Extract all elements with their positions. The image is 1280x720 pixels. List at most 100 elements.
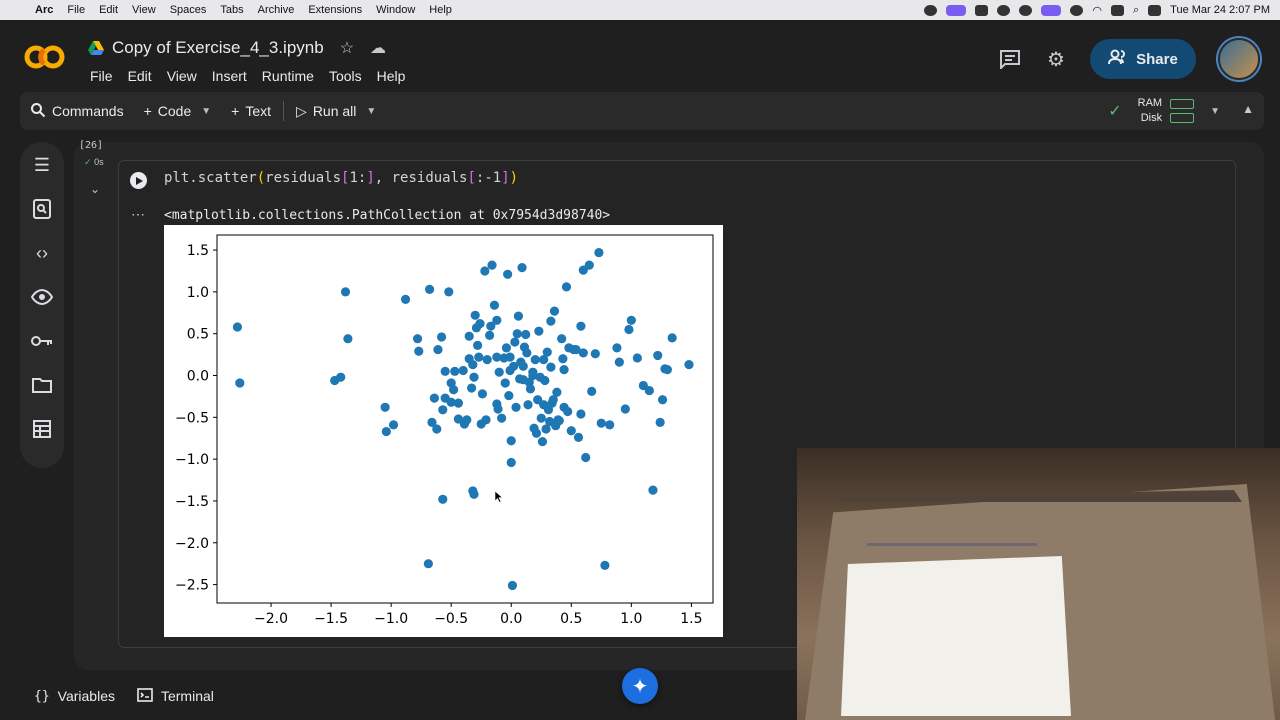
code-line[interactable]: plt.scatter(residuals[1:], residuals[:-1… [164,170,518,186]
scatter-point [336,372,346,382]
run-cell-button[interactable] [130,172,147,189]
disk-label: Disk [1140,112,1163,124]
screen-mirror-icon[interactable] [1041,4,1062,16]
terminal-label: Terminal [160,688,214,704]
menu-spaces[interactable]: Spaces [163,4,214,16]
menu-edit[interactable]: Edit [92,4,125,16]
menu-file[interactable]: File [60,4,92,16]
scatter-point [546,316,556,326]
files-folder-icon[interactable] [31,374,53,396]
x-tick-label: 1.5 [680,611,702,627]
screen-record-icon[interactable] [946,4,967,16]
share-button[interactable]: Share [1090,39,1196,79]
scatter-point [469,489,479,499]
scatter-point [494,367,504,377]
scatter-point [540,375,550,386]
play-status-icon[interactable] [1070,4,1084,16]
variable-inspector-icon[interactable] [31,286,53,308]
scatter-point [450,366,460,376]
menu-view[interactable]: View [167,68,197,84]
chevron-up-icon[interactable]: ▲ [1242,102,1254,116]
scatter-point [423,559,433,569]
menu-tools[interactable]: Tools [329,68,362,84]
variables-button[interactable]: {} Variables [34,688,115,704]
menu-window[interactable]: Window [369,4,422,16]
scatter-point [590,349,600,359]
scatter-point [566,426,576,436]
gemini-sparkle-button[interactable]: ✦ [622,668,658,704]
status-doc-icon[interactable] [975,4,989,16]
secrets-key-icon[interactable] [31,330,53,352]
scatter-point [487,260,497,270]
settings-gear-icon[interactable]: ⚙ [1044,47,1068,71]
wifi-icon[interactable]: ◠ [1092,4,1102,17]
menu-edit[interactable]: Edit [128,68,152,84]
chevron-down-icon[interactable]: ▼ [366,106,376,117]
chevron-down-icon[interactable]: ▼ [201,106,211,117]
code-token-bracket: [ [467,170,476,186]
menu-insert[interactable]: Insert [212,68,247,84]
menu-runtime[interactable]: Runtime [262,68,314,84]
scatter-point [438,405,448,415]
chevron-down-icon[interactable]: ▼ [1210,106,1220,117]
scatter-point [412,334,423,344]
menu-archive[interactable]: Archive [251,4,302,16]
y-tick-label: −1.0 [175,452,209,468]
focus-icon[interactable] [1019,4,1033,16]
resource-monitor[interactable]: ✓ RAM Disk ▼ [1108,96,1220,126]
menu-help[interactable]: Help [422,4,459,16]
scatter-point [438,494,448,504]
spotlight-search-icon[interactable]: ⌕ [1133,4,1139,17]
output-menu-icon[interactable]: ⋯ [131,206,145,223]
collapse-output-chevron-icon[interactable]: ⌄ [90,182,100,196]
battery-icon[interactable] [1110,4,1124,16]
execution-time: 0s [94,157,104,167]
scatter-point [497,413,507,423]
star-icon[interactable]: ☆ [340,38,354,58]
scatter-point [537,436,548,447]
scatter-point [474,352,484,362]
control-center-icon[interactable] [1148,4,1162,16]
scatter-point [536,413,546,423]
scatter-point [620,404,630,414]
plus-icon: + [143,103,152,119]
add-text-button[interactable]: + Text [221,96,281,126]
commands-button[interactable]: Commands [20,96,134,126]
clock[interactable]: Tue Mar 24 2:07 PM [1170,4,1270,16]
scatter-point [594,247,604,258]
comments-icon[interactable] [998,47,1022,71]
scatter-point [553,415,563,425]
scatter-point [475,319,485,329]
scatter-point [506,457,516,468]
data-table-icon[interactable] [31,418,53,440]
plus-icon: + [231,103,240,119]
webcam-overlay-photo [797,448,1280,720]
status-app-icon[interactable] [924,4,938,16]
account-avatar[interactable] [1218,38,1260,80]
ram-usage-bar [1170,99,1195,109]
scatter-point [482,355,492,365]
code-snippets-icon[interactable]: ‹› [31,242,53,264]
cloud-saved-icon[interactable]: ☁ [370,38,386,58]
notebook-title[interactable]: Copy of Exercise_4_3.ipynb [112,38,324,58]
cloud-status-icon[interactable] [997,4,1011,16]
scatter-point [453,414,463,424]
menu-help[interactable]: Help [377,68,406,84]
menu-tabs[interactable]: Tabs [213,4,250,16]
add-code-button[interactable]: + Code ▼ [134,96,222,126]
colab-logo-icon[interactable] [24,42,66,72]
scatter-point [600,560,610,570]
menu-extensions[interactable]: Extensions [301,4,369,16]
scatter-point [492,315,502,325]
scatter-point [667,333,677,343]
menu-view[interactable]: View [125,4,163,16]
find-replace-icon[interactable] [31,198,53,220]
google-drive-icon[interactable] [88,41,104,55]
scatter-point [558,354,568,364]
table-of-contents-icon[interactable]: ☰ [31,154,53,176]
menu-app-name[interactable]: Arc [28,4,60,16]
run-all-button[interactable]: ▷ Run all ▼ [286,96,386,126]
menu-file[interactable]: File [90,68,113,84]
system-menu-bar: Arc File Edit View Spaces Tabs Archive E… [0,0,1280,20]
terminal-button[interactable]: Terminal [137,687,214,705]
